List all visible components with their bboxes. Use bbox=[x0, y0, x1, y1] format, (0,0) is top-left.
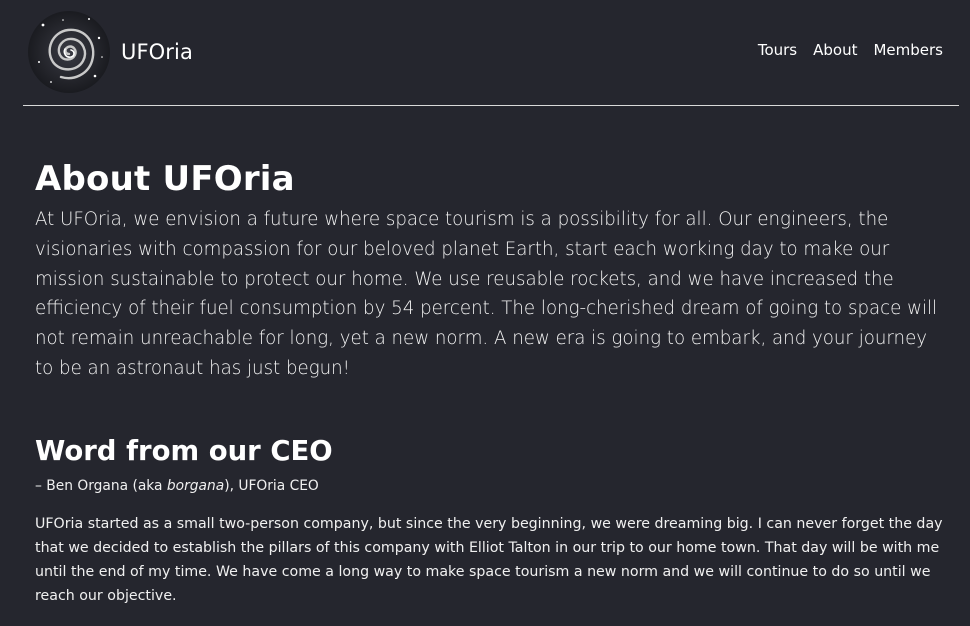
page: UFOria Tours About Members About UFOria … bbox=[0, 0, 970, 626]
site-header: UFOria Tours About Members bbox=[23, 0, 959, 106]
about-section: About UFOria At UFOria, we envision a fu… bbox=[35, 157, 947, 384]
nav-link-about[interactable]: About bbox=[813, 41, 857, 59]
brand-link[interactable]: UFOria bbox=[27, 10, 193, 94]
ceo-signature: – Ben Organa (aka borgana), UFOria CEO bbox=[35, 477, 947, 496]
ceo-signature-prefix: – Ben Organa (aka bbox=[35, 477, 167, 494]
main-nav: Tours About Members bbox=[758, 41, 943, 59]
ceo-title: Word from our CEO bbox=[35, 434, 333, 467]
about-title: About UFOria bbox=[35, 159, 295, 199]
main-content: About UFOria At UFOria, we envision a fu… bbox=[35, 157, 947, 608]
ceo-message: UFOria started as a small two-person com… bbox=[35, 515, 943, 604]
galaxy-spiral-icon bbox=[28, 11, 110, 93]
about-text: At UFOria, we envision a future where sp… bbox=[35, 209, 938, 379]
ceo-signature-suffix: ), UFOria CEO bbox=[224, 477, 319, 494]
ceo-section: Word from our CEO – Ben Organa (aka borg… bbox=[35, 433, 947, 608]
ceo-signature-handle: borgana bbox=[166, 477, 225, 494]
nav-link-members[interactable]: Members bbox=[873, 41, 943, 59]
nav-link-tours[interactable]: Tours bbox=[758, 41, 797, 59]
brand-name: UFOria bbox=[121, 40, 193, 64]
